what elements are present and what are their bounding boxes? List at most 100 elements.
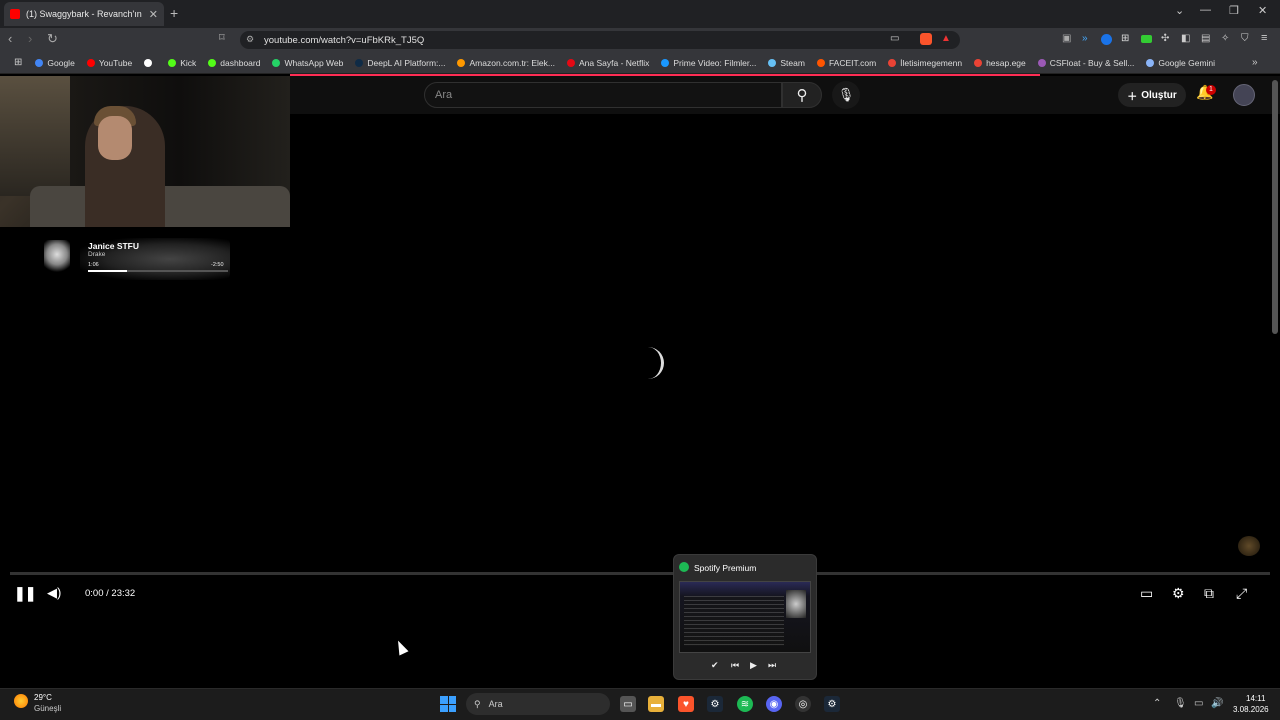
vpn-icon[interactable]: ⛉ <box>1241 33 1249 44</box>
fullscreen-icon[interactable]: ⤢ <box>1236 585 1247 602</box>
bookmark-item[interactable]: FACEIT.com <box>812 58 881 68</box>
cast-icon[interactable]: ▭ <box>890 33 899 44</box>
new-tab-button[interactable]: + <box>170 5 178 21</box>
bookmark-item[interactable]: Google <box>30 58 79 68</box>
close-window-button[interactable]: ✕ <box>1258 4 1267 17</box>
voice-search-button[interactable]: 🎙 <box>832 81 860 109</box>
extension-icon-4[interactable]: ⊞ <box>1121 33 1129 44</box>
bookmark-icon[interactable]: ⌑ <box>219 31 225 44</box>
spotify-window-thumbnail[interactable] <box>679 581 811 653</box>
speaker-icon[interactable]: 🔊 <box>1211 698 1223 709</box>
bookmark-item[interactable]: hesap.ege <box>969 58 1031 68</box>
video-seek-bar[interactable] <box>10 572 1270 575</box>
windows-start-icon[interactable] <box>440 696 456 712</box>
plus-icon: ＋ <box>1127 91 1138 103</box>
search-icon: ⚲ <box>796 87 808 104</box>
reload-button[interactable]: ↻ <box>47 31 58 47</box>
pause-button[interactable]: ❚❚ <box>14 585 36 602</box>
back-button[interactable]: ‹ <box>8 31 12 46</box>
extension-icon-5[interactable] <box>1141 35 1152 43</box>
bookmark-item[interactable]: WhatsApp Web <box>267 58 348 68</box>
bookmark-favicon-icon <box>566 58 575 67</box>
close-tab-icon[interactable]: ✕ <box>149 8 158 21</box>
bookmark-label: Ana Sayfa - Netflix <box>578 57 650 68</box>
browser-tab-active[interactable]: (1) Swaggybark - Revanch'ın Ch... ✕ <box>4 2 164 26</box>
play-icon[interactable]: ▶ <box>750 660 757 671</box>
spotify-taskbar-icon[interactable]: ≋ <box>737 696 753 712</box>
previous-track-icon[interactable]: ⏮ <box>731 660 739 671</box>
bookmark-item[interactable]: YouTube <box>82 58 137 68</box>
tab-search-icon[interactable]: ⌄ <box>1175 4 1184 17</box>
brave-browser-icon[interactable]: ♥ <box>678 696 694 712</box>
brave-shields-icon[interactable] <box>920 33 932 45</box>
site-info-icon[interactable]: ⚙ <box>246 34 254 45</box>
theater-mode-icon[interactable]: ⧉ <box>1204 585 1214 602</box>
wallet-icon[interactable]: ▤ <box>1201 33 1210 44</box>
page-scrollbar[interactable] <box>1272 80 1278 334</box>
extension-icon-1[interactable]: ▣ <box>1062 33 1071 44</box>
extension-icon-2[interactable]: » <box>1082 33 1088 44</box>
steam-icon[interactable]: ⚙ <box>707 696 723 712</box>
steam-secondary-icon[interactable]: ⚙ <box>824 696 840 712</box>
search-button[interactable]: ⚲ <box>782 82 822 108</box>
taskbar-search[interactable]: ⚲ Ara <box>466 693 610 715</box>
bookmark-item[interactable]: Amazon.com.tr: Elek... <box>452 58 560 68</box>
clock-time[interactable]: 14:11 <box>1246 694 1265 703</box>
mouse-cursor <box>393 638 409 656</box>
maximize-button[interactable]: ❐ <box>1229 4 1239 17</box>
brave-rewards-icon[interactable]: ▲ <box>941 33 951 44</box>
network-icon[interactable]: ▭ <box>1194 698 1203 709</box>
weather-temperature: 29°C <box>34 693 52 702</box>
task-view-icon[interactable]: ▭ <box>620 696 636 712</box>
now-playing-title: Janice STFU <box>88 241 140 251</box>
bookmark-item[interactable]: İletisimegemenn <box>883 58 967 68</box>
bookmark-item[interactable]: Prime Video: Filmler... <box>656 58 761 68</box>
bookmark-favicon-icon <box>168 58 177 67</box>
leo-ai-icon[interactable]: ✧ <box>1221 33 1229 44</box>
url-bar[interactable]: youtube.com/watch?v=uFbKRk_TJ5Q <box>240 31 960 49</box>
sidebar-icon[interactable]: ◧ <box>1181 33 1190 44</box>
bookmark-label: DeepL AI Platform:... <box>367 57 446 68</box>
create-button[interactable]: ＋ Oluştur <box>1118 83 1186 107</box>
like-icon[interactable]: ✔ <box>711 660 719 671</box>
bookmark-item[interactable]: CSFloat - Buy & Sell... <box>1033 58 1140 68</box>
menu-icon[interactable]: ≡ <box>1261 32 1267 44</box>
tray-overflow-icon[interactable]: ⌃ <box>1153 698 1161 709</box>
bookmark-item[interactable]: DeepL AI Platform:... <box>350 58 450 68</box>
bookmark-favicon-icon <box>661 58 670 67</box>
search-icon: ⚲ <box>474 698 481 709</box>
bookmark-favicon-icon <box>86 58 95 67</box>
discord-icon[interactable]: ◉ <box>766 696 782 712</box>
bookmark-item[interactable]: dashboard <box>203 58 265 68</box>
subtitles-icon[interactable]: ▭ <box>1140 585 1153 602</box>
bookmark-label: Google Gemini <box>1158 57 1216 68</box>
browser-titlebar <box>0 0 1280 28</box>
bookmark-item[interactable] <box>139 58 161 67</box>
bookmark-item[interactable]: Steam <box>763 58 810 68</box>
extension-icon-3[interactable] <box>1101 34 1112 45</box>
bookmark-favicon-icon <box>144 58 153 67</box>
account-avatar[interactable] <box>1233 84 1255 106</box>
create-label: Oluştur <box>1141 89 1177 101</box>
bookmarks-overflow-icon[interactable]: » <box>1252 57 1258 68</box>
extensions-puzzle-icon[interactable]: ✣ <box>1161 33 1169 44</box>
minimize-button[interactable]: — <box>1200 4 1211 16</box>
youtube-search-input[interactable]: Ara <box>424 82 782 108</box>
bookmark-item[interactable]: Ana Sayfa - Netflix <box>562 58 654 68</box>
microphone-tray-icon[interactable]: 🎙 <box>1174 698 1187 709</box>
bookmark-item[interactable]: Google Gemini <box>1141 58 1220 68</box>
volume-icon[interactable]: ◀) <box>47 585 61 601</box>
bookmark-label: Kick <box>180 57 197 68</box>
bookmark-favicon-icon <box>355 58 364 67</box>
next-track-icon[interactable]: ⏭ <box>768 660 776 671</box>
bookmark-item[interactable]: Kick <box>163 58 201 68</box>
forward-button[interactable]: › <box>28 31 32 46</box>
settings-gear-icon[interactable]: ⚙ <box>1172 585 1185 602</box>
obs-icon[interactable]: ◎ <box>795 696 811 712</box>
clock-date[interactable]: 3.08.2026 <box>1233 705 1269 714</box>
apps-grid-icon[interactable]: ⊞ <box>8 57 28 68</box>
file-explorer-icon[interactable]: ▬ <box>648 696 664 712</box>
bookmark-favicon-icon <box>272 58 281 67</box>
weather-sun-icon[interactable] <box>14 694 28 708</box>
channel-watermark[interactable] <box>1238 536 1260 556</box>
